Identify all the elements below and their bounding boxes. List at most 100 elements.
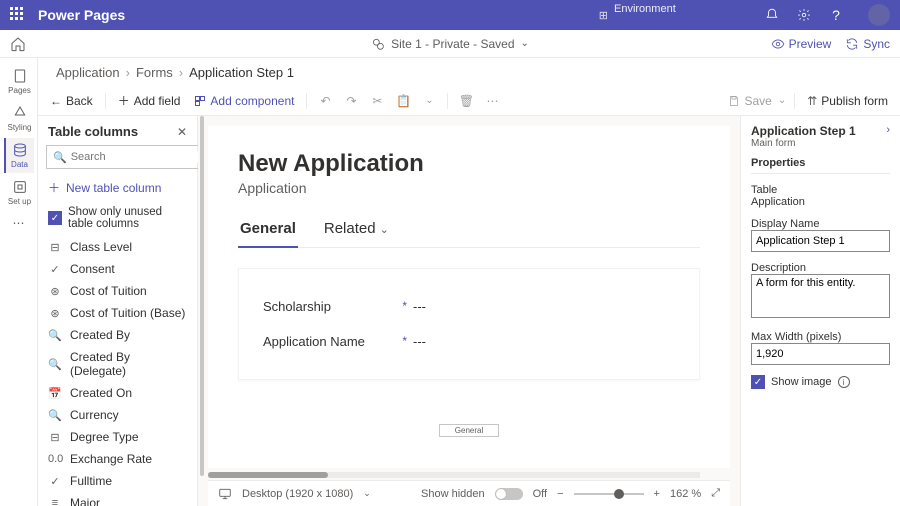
canvas-scrollbar[interactable] [200,116,204,476]
column-item[interactable]: ⊟Class Level [38,236,197,258]
column-item[interactable]: 🔍Currency [38,404,197,426]
prop-displayname-input[interactable] [751,230,890,252]
column-item[interactable]: ⊟Degree Type [38,426,197,448]
column-name: Class Level [70,240,132,254]
site-info[interactable]: Site 1 - Private - Saved ⌄ [371,37,529,51]
rail-more-icon[interactable]: ⋯ [13,216,25,230]
back-button[interactable]: ← Back [46,92,97,110]
column-item[interactable]: ✓Consent [38,258,197,280]
prop-expand-icon[interactable]: › [886,124,890,136]
canvas-horizontal-scrollbar[interactable] [208,472,700,478]
columns-search-input[interactable] [71,151,213,163]
column-name: Exchange Rate [70,452,152,466]
columns-list: ⊟Class Level✓Consent ⊛ Cost of Tuition ⊛Cos… [38,236,197,506]
nav-rail: Pages Styling Data Set up ⋯ [0,58,38,506]
zoom-in-icon[interactable]: + [654,488,660,500]
column-type-icon: ✓ [48,263,62,276]
unused-only-checkbox[interactable]: ✓ [48,211,62,225]
settings-gear-icon[interactable] [796,7,812,23]
notifications-icon[interactable] [764,7,780,23]
publish-button[interactable]: ⇈ Publish form [803,92,892,110]
canvas-footer: Desktop (1920 x 1080) ⌄ Show hidden Off … [208,480,730,506]
new-column-button[interactable]: ＋ New table column [38,175,197,200]
environment-badge[interactable]: ⊞ Environment [599,3,684,26]
column-item[interactable]: ≡ Major [38,492,197,506]
prop-description-label: Description [751,262,890,274]
tab-label-box[interactable]: General [439,424,499,437]
crumb-application[interactable]: Application [56,65,120,80]
column-name: Fulltime [70,474,112,488]
prop-maxwidth-input[interactable] [751,343,890,365]
save-button[interactable]: Save⌄ [728,94,786,108]
tab-general[interactable]: General [238,214,298,247]
breadcrumb: Application › Forms › Application Step 1 [38,58,900,86]
field-value: --- [413,299,426,314]
undo-icon[interactable]: ↶ [315,91,335,111]
form-canvas-column: New Application Application General Rela… [198,116,740,506]
search-icon: 🔍 [53,151,67,164]
column-name: Major [70,496,100,506]
field-label: Application Name* [263,334,413,349]
column-item[interactable]: ✓ Fulltime [38,470,197,492]
column-type-icon: ⊛ [48,285,62,298]
home-icon[interactable] [10,36,26,52]
user-avatar[interactable] [868,4,890,26]
rail-data[interactable]: Data [4,138,34,173]
column-type-icon: 📅 [48,387,62,400]
app-launcher-icon[interactable] [10,7,26,23]
desktop-icon [218,487,232,501]
zoom-slider[interactable] [574,493,644,495]
fit-icon[interactable]: ⤢ [711,487,720,500]
save-icon [728,95,740,107]
column-item[interactable]: ⊛Cost of Tuition (Base) [38,302,197,324]
cut-icon[interactable]: ✂ [367,91,387,111]
crumb-forms[interactable]: Forms [136,65,173,80]
unused-only-label: Show only unused table columns [68,206,187,230]
zoom-out-icon[interactable]: − [557,488,563,500]
rail-pages[interactable]: Pages [4,64,34,99]
column-item[interactable]: 0.0Exchange Rate [38,448,197,470]
preview-button[interactable]: Preview [771,37,832,51]
redo-icon[interactable]: ↷ [341,91,361,111]
columns-search[interactable]: 🔍 [46,145,220,169]
column-type-icon: ✓ [48,475,62,488]
show-hidden-toggle[interactable] [495,488,523,500]
column-type-icon: ≡ [48,497,62,506]
show-image-checkbox[interactable]: ✓ [751,375,765,389]
more-icon[interactable]: ⋯ [482,91,502,111]
form-section[interactable]: Scholarship*---Application Name*--- [238,268,700,380]
info-icon[interactable]: i [838,376,850,388]
paste-icon[interactable]: 📋 [393,91,413,111]
help-icon[interactable]: ? [828,7,844,23]
delete-icon[interactable]: 🗑 [456,91,476,111]
prop-description-input[interactable] [751,274,890,318]
add-component-button[interactable]: Add component [190,92,298,110]
rail-setup[interactable]: Set up [4,175,34,210]
prop-table-value: Application [751,196,890,208]
column-item[interactable]: 🔍 Created By [38,324,197,346]
paste-chevron-icon[interactable]: ⌄ [419,91,439,111]
add-field-button[interactable]: ＋ Add field [114,90,185,111]
form-entity: Application [238,180,700,196]
form-canvas[interactable]: New Application Application General Rela… [208,126,730,468]
prop-maxwidth-label: Max Width (pixels) [751,331,890,343]
column-name: Created By [70,328,130,342]
prop-section-title: Properties [751,157,890,174]
column-item[interactable]: 🔍Created By (Delegate) [38,346,197,382]
app-header: Power Pages ⊞ Environment ? [0,0,900,30]
rail-styling[interactable]: Styling [4,101,34,136]
column-type-icon: 🔍 [48,329,62,342]
show-hidden-label: Show hidden [421,488,485,500]
column-name: Created By (Delegate) [70,350,187,378]
column-item[interactable]: 📅Created On [38,382,197,404]
columns-panel-close-icon[interactable]: ✕ [177,125,187,139]
sync-button[interactable]: Sync [845,37,890,51]
tab-related[interactable]: Related⌄ [322,214,391,247]
column-item[interactable]: ⊛ Cost of Tuition [38,280,197,302]
form-field[interactable]: Scholarship*--- [263,289,675,324]
column-name: Cost of Tuition [70,284,147,298]
viewport-label[interactable]: Desktop (1920 x 1080) [242,488,353,500]
form-field[interactable]: Application Name*--- [263,324,675,359]
columns-panel-title: Table columns [48,124,138,139]
column-type-icon: ⊛ [48,307,62,320]
